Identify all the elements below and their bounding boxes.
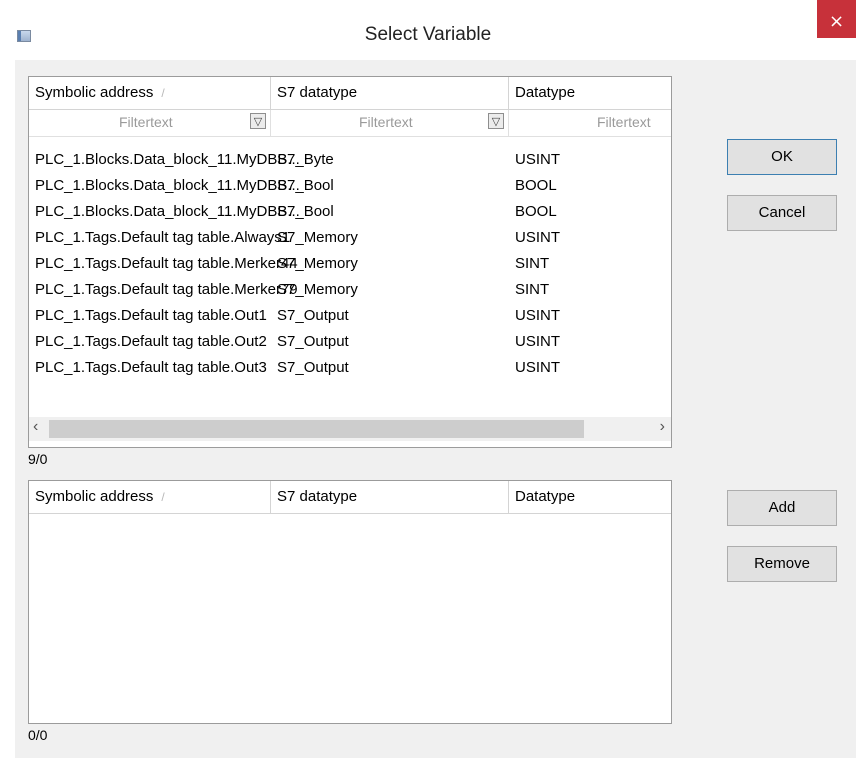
table-row[interactable]: PLC_1.Tags.Default tag table.Out2 S7_Out…: [29, 329, 671, 355]
remove-button[interactable]: Remove: [727, 546, 837, 582]
scrollbar-thumb[interactable]: [49, 420, 584, 438]
cell-s7-datatype: S7_Bool: [277, 177, 334, 194]
column-header-s7-datatype[interactable]: S7 datatype: [271, 77, 509, 109]
funnel-icon[interactable]: ▽: [488, 113, 504, 129]
ok-button[interactable]: OK: [727, 139, 837, 175]
cell-datatype: USINT: [515, 307, 560, 324]
add-button[interactable]: Add: [727, 490, 837, 526]
filter-s7-datatype[interactable]: Filtertext ▽: [271, 110, 509, 136]
cell-symbolic-address: PLC_1.Tags.Default tag table.Merker44: [35, 255, 298, 272]
column-label: Symbolic address: [35, 488, 154, 505]
horizontal-scrollbar[interactable]: ‹ ›: [29, 417, 671, 441]
cell-symbolic-address: PLC_1.Tags.Default tag table.Out1: [35, 307, 267, 324]
column-header-datatype[interactable]: Datatype: [509, 77, 671, 109]
available-variables-grid: Symbolic address / S7 datatype Datatype F…: [28, 76, 672, 448]
filter-datatype[interactable]: Filtertext: [509, 110, 671, 136]
available-count: 9/0: [28, 451, 48, 467]
table-row[interactable]: PLC_1.Tags.Default tag table.Merker79 S7…: [29, 277, 671, 303]
column-label: Datatype: [515, 488, 576, 505]
scroll-right-arrow-icon[interactable]: ›: [660, 418, 665, 436]
title-bar: Select Variable ×: [0, 0, 856, 60]
filter-row: Filtertext ▽ Filtertext ▽ Filtertext: [29, 110, 671, 137]
cell-symbolic-address: PLC_1.Tags.Default tag table.Out3: [35, 359, 267, 376]
grid-header: Symbolic address / S7 datatype Datatype: [29, 77, 671, 110]
cell-datatype: USINT: [515, 229, 560, 246]
dialog-title: Select Variable: [364, 24, 492, 45]
column-label: Datatype: [515, 84, 576, 101]
filter-placeholder: Filtertext: [597, 114, 651, 130]
cell-s7-datatype: S7_Output: [277, 333, 349, 350]
grid-header: Symbolic address / S7 datatype Datatype: [29, 481, 671, 514]
cell-datatype: BOOL: [515, 203, 557, 220]
table-row[interactable]: PLC_1.Blocks.Data_block_11.MyDBB... S7_B…: [29, 173, 671, 199]
cell-s7-datatype: S7_Memory: [277, 281, 358, 298]
selected-variables-grid: Symbolic address / S7 datatype Datatype: [28, 480, 672, 724]
cell-symbolic-address: PLC_1.Tags.Default tag table.Out2: [35, 333, 267, 350]
cell-s7-datatype: S7_Bool: [277, 203, 334, 220]
selected-count: 0/0: [28, 727, 48, 743]
cell-s7-datatype: S7_Memory: [277, 255, 358, 272]
close-button[interactable]: ×: [817, 0, 856, 38]
table-row[interactable]: PLC_1.Tags.Default tag table.Out1 S7_Out…: [29, 303, 671, 329]
cell-s7-datatype: S7_Output: [277, 359, 349, 376]
select-variable-dialog: Select Variable × Symbolic address / S7 d…: [0, 0, 856, 758]
sort-indicator-icon: /: [161, 490, 165, 504]
cancel-button[interactable]: Cancel: [727, 195, 837, 231]
scroll-left-arrow-icon[interactable]: ‹: [33, 418, 38, 436]
filter-placeholder: Filtertext: [119, 114, 173, 130]
cell-s7-datatype: S7_Memory: [277, 229, 358, 246]
cell-symbolic-address: PLC_1.Tags.Default tag table.Always1: [35, 229, 291, 246]
filter-symbolic-address[interactable]: Filtertext ▽: [29, 110, 271, 136]
cell-datatype: SINT: [515, 255, 550, 272]
column-label: S7 datatype: [277, 488, 358, 505]
cell-datatype: USINT: [515, 151, 560, 168]
table-row[interactable]: PLC_1.Tags.Default tag table.Always1 S7_…: [29, 225, 671, 251]
column-label: Symbolic address: [35, 84, 154, 101]
cell-datatype: USINT: [515, 359, 560, 376]
cell-s7-datatype: S7_Byte: [277, 151, 334, 168]
cell-datatype: SINT: [515, 281, 550, 298]
table-row[interactable]: PLC_1.Tags.Default tag table.Merker44 S7…: [29, 251, 671, 277]
table-row[interactable]: PLC_1.Blocks.Data_block_11.MyDBB... S7_B…: [29, 147, 671, 173]
column-label: S7 datatype: [277, 84, 358, 101]
funnel-icon[interactable]: ▽: [250, 113, 266, 129]
sort-indicator-icon: /: [161, 86, 165, 100]
cell-symbolic-address: PLC_1.Blocks.Data_block_11.MyDBB...: [35, 203, 300, 220]
cell-s7-datatype: S7_Output: [277, 307, 349, 324]
cell-symbolic-address: PLC_1.Blocks.Data_block_11.MyDBB...: [35, 177, 300, 194]
column-header-symbolic-address[interactable]: Symbolic address /: [29, 77, 271, 109]
cell-datatype: USINT: [515, 333, 560, 350]
filter-placeholder: Filtertext: [359, 114, 413, 130]
close-icon: ×: [828, 11, 845, 32]
cell-symbolic-address: PLC_1.Tags.Default tag table.Merker79: [35, 281, 298, 298]
table-row[interactable]: PLC_1.Tags.Default tag table.Out3 S7_Out…: [29, 355, 671, 381]
cell-symbolic-address: PLC_1.Blocks.Data_block_11.MyDBB...: [35, 151, 300, 168]
column-header-datatype[interactable]: Datatype: [509, 481, 671, 513]
cell-datatype: BOOL: [515, 177, 557, 194]
column-header-symbolic-address[interactable]: Symbolic address /: [29, 481, 271, 513]
column-header-s7-datatype[interactable]: S7 datatype: [271, 481, 509, 513]
table-row[interactable]: PLC_1.Blocks.Data_block_11.MyDBB... S7_B…: [29, 199, 671, 225]
